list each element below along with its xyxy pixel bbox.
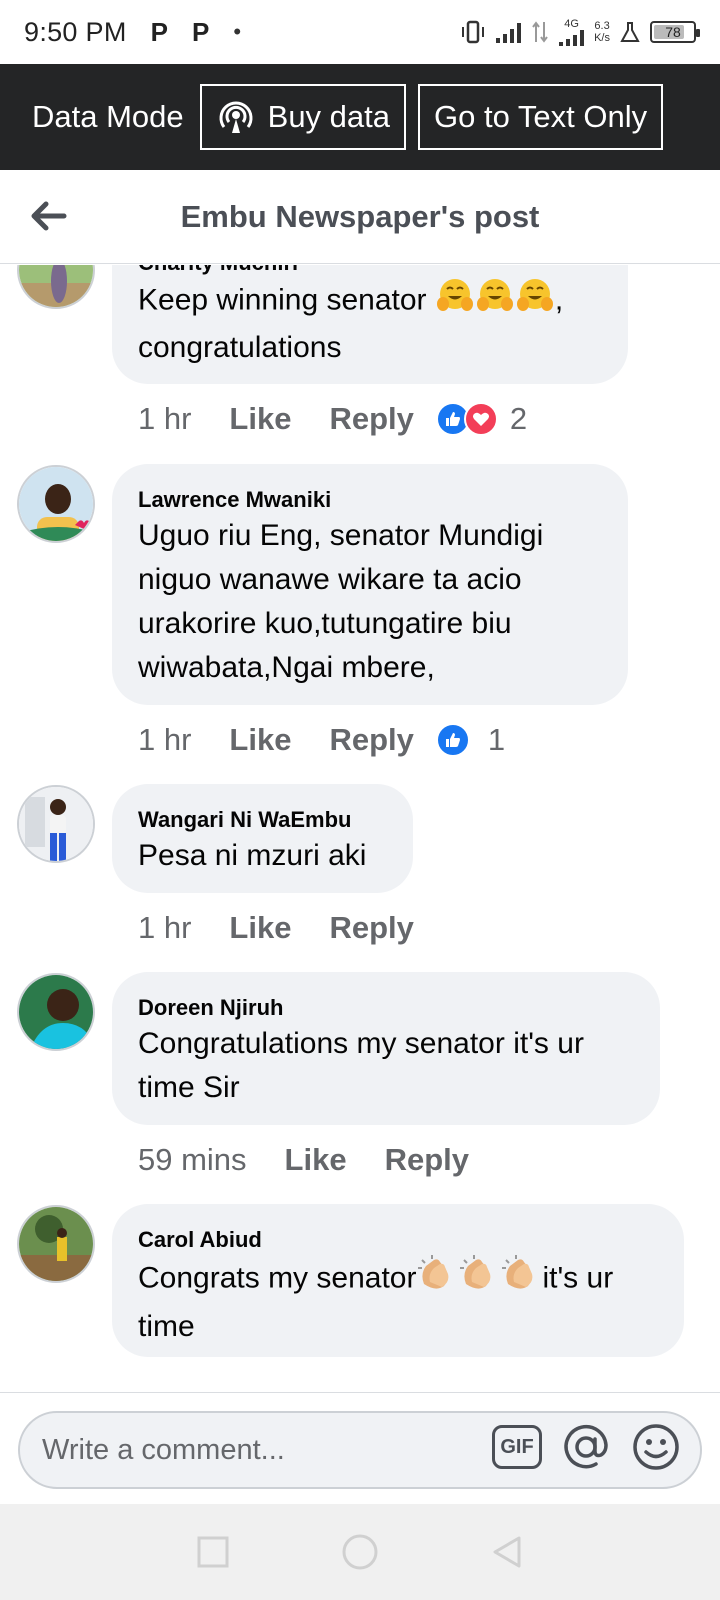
avatar[interactable] [17,785,95,863]
app-notification-icon: P [150,16,168,47]
avatar[interactable] [17,973,95,1051]
hugging-face-emoji [515,277,555,326]
comment-bubble[interactable]: Wangari Ni WaEmbu Pesa ni mzuri aki [112,784,413,893]
comments-list[interactable]: Charity Muchiri Keep winning senator , c… [0,265,720,1392]
comment-text: Uguo riu Eng, senator Mundigi niguo wana… [138,514,602,690]
signal-strength-icon-2 [559,29,585,46]
comment-text-line: wiwabata,Ngai mbere, [138,651,435,684]
comment-bubble[interactable]: Charity Muchiri Keep winning senator , c… [112,265,628,384]
comment-text-line: Congratulations my senator it's ur [138,1027,584,1060]
reply-button[interactable]: Reply [385,1142,469,1178]
clapping-hands-emoji [416,1254,458,1305]
network-type: 4G [564,17,579,30]
comment-bubble[interactable]: Carol Abiud Congrats my senator it's ur t… [112,1204,684,1357]
comment-text-line: niguo wanawe wikare ta acio [138,563,522,596]
comment-time[interactable]: 1 hr [138,910,191,946]
comment-input-placeholder: Write a comment... [42,1433,285,1466]
status-indicators: 4G 6.3 K/s 78 [460,17,700,46]
status-time: 9:50 PM [24,16,127,47]
reply-button[interactable]: Reply [329,401,413,437]
commenter-name[interactable]: Doreen Njiruh [138,994,634,1022]
mention-icon[interactable] [560,1421,612,1473]
reply-button[interactable]: Reply [329,910,413,946]
clapping-hands-emoji [500,1254,542,1305]
comment-time[interactable]: 1 hr [138,401,191,437]
buy-data-button[interactable]: Buy data [199,84,407,150]
reactions-summary[interactable]: 2 [435,401,528,437]
comment-time[interactable]: 59 mins [138,1142,247,1178]
comment-text: Keep winning senator , congratulations [138,277,602,370]
data-mode-label: Data Mode [32,99,184,134]
data-mode-bar: Data Mode Buy data Go to Text Only [0,64,720,170]
composer-icons: GIF [492,1421,682,1473]
broadcast-icon [216,97,256,137]
comment-text-line: time [138,1310,195,1343]
reactions-summary[interactable]: 1 [435,722,506,758]
love-reaction-icon [463,402,498,436]
comment-text-line: Keep winning senator [138,283,427,317]
vibrate-icon [462,20,485,44]
buy-data-label: Buy data [267,99,391,134]
signal-strength-icon [496,21,522,43]
commenter-name[interactable]: Lawrence Mwaniki [138,486,602,514]
reaction-count: 2 [509,401,528,436]
text-only-label: Go to Text Only [434,99,648,134]
like-button[interactable]: Like [229,910,291,946]
hugging-face-emoji [435,277,475,326]
speed-unit: K/s [594,32,610,44]
more-notifications-dot: • [233,19,242,44]
data-transfer-icon [532,21,548,43]
system-nav-bar [0,1504,720,1600]
comment-meta: 1 hr Like Reply 1 [138,718,505,762]
comment-text-line: Uguo riu Eng, senator Mundigi [138,519,544,552]
comment-meta: 1 hr Like Reply 2 [138,397,527,441]
avatar[interactable] [17,1205,95,1283]
comment-text-line: urakorire kuo,tutungatire biu [138,607,512,640]
gif-icon[interactable]: GIF [492,1425,542,1469]
comment-text: Pesa ni mzuri aki [138,839,367,872]
like-button[interactable]: Like [229,401,291,437]
avatar[interactable] [17,265,95,309]
comment-text-line: time Sir [138,1071,240,1104]
hugging-face-emoji [475,277,515,326]
comment-text-suffix: , [554,283,564,317]
like-button[interactable]: Like [285,1142,347,1178]
status-bar: 9:50 PM P P • 4G 6.3 K/s 78 [0,0,720,64]
comment-bubble[interactable]: Lawrence Mwaniki Uguo riu Eng, senator M… [112,464,628,705]
app-notification-icon-2: P [192,16,210,47]
reaction-count: 1 [487,722,506,757]
home-icon[interactable] [340,1532,380,1572]
comment-text-line: Congrats my senator [138,1261,417,1295]
page-title: Embu Newspaper's post [180,198,540,234]
battery-icon: 78 [650,21,700,43]
commenter-name[interactable]: Charity Muchiri [138,265,602,277]
reply-button[interactable]: Reply [329,722,413,758]
comment-meta: 59 mins Like Reply [138,1138,469,1182]
network-speed: 6.3 K/s [594,20,610,44]
comment-text: Congrats my senator it's ur time [138,1254,658,1349]
recent-apps-icon[interactable] [195,1534,231,1570]
like-button[interactable]: Like [229,722,291,758]
commenter-name[interactable]: Carol Abiud [138,1226,658,1254]
like-reaction-icon [435,723,470,757]
comment-bubble[interactable]: Doreen Njiruh Congratulations my senator… [112,972,660,1125]
speed-value: 6.3 [594,20,610,32]
clapping-hands-emoji [458,1254,500,1305]
back-nav-icon[interactable] [489,1534,525,1570]
comment-composer: Write a comment... GIF [0,1392,720,1504]
comment-text: Congratulations my senator it's ur time … [138,1022,634,1110]
comment-input[interactable]: Write a comment... GIF [18,1411,702,1489]
commenter-name[interactable]: Wangari Ni WaEmbu [138,806,387,834]
comment-text-line: congratulations [138,331,342,364]
battery-level: 78 [665,24,681,40]
comment-time[interactable]: 1 hr [138,722,191,758]
text-only-button[interactable]: Go to Text Only [418,84,664,150]
comment-text-line: it's ur [542,1261,614,1295]
smiley-icon[interactable] [630,1421,682,1473]
avatar[interactable] [17,465,95,543]
post-header: Embu Newspaper's post [0,170,720,264]
comment-meta: 1 hr Like Reply [138,906,414,950]
flask-icon [620,22,640,42]
